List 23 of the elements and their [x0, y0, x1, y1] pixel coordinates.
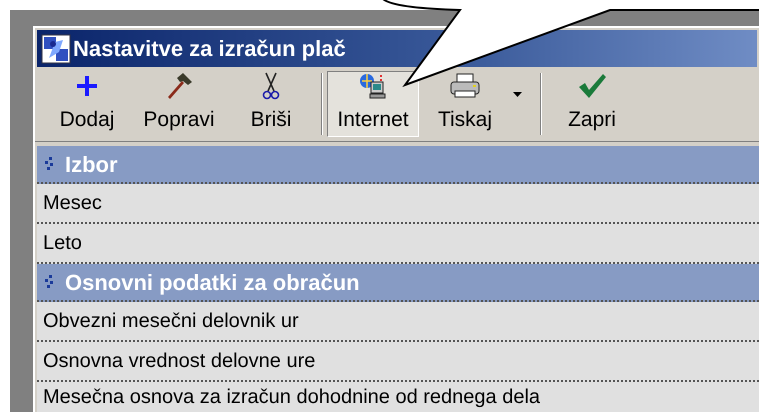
- property-label: Obvezni mesečni delovnik ur: [43, 309, 299, 334]
- dropdown-arrow-icon: [513, 92, 522, 97]
- property-label: Mesec: [43, 191, 102, 216]
- toolbar-button[interactable]: Dodaj: [41, 71, 133, 138]
- window-title: Nastavitve za izračun plač: [73, 35, 346, 64]
- checkmark-icon: [577, 73, 607, 100]
- plus-icon: [75, 74, 99, 98]
- globe-computer-icon: [358, 72, 388, 100]
- toolbar-button[interactable]: Briši: [225, 71, 317, 138]
- property-label: Osnovna vrednost delovne ure: [43, 349, 316, 374]
- toolbar-button[interactable]: Internet: [327, 71, 419, 138]
- printer-icon: [449, 73, 481, 100]
- app-icon: [41, 34, 71, 64]
- category-label: Izbor: [65, 150, 118, 178]
- scissors-icon: [262, 72, 280, 100]
- hammer-icon: [165, 73, 193, 100]
- property-label: Leto: [43, 231, 82, 256]
- grip-icon: [45, 275, 55, 289]
- property-label: Mesečna osnova za izračun dohodnine od rednega dela: [43, 385, 540, 410]
- grip-icon: [45, 157, 55, 171]
- toolbar-button[interactable]: Popravi: [133, 71, 225, 138]
- toolbar-button[interactable]: Zapri: [546, 71, 638, 138]
- category-label: Osnovni podatki za obračun: [65, 268, 360, 297]
